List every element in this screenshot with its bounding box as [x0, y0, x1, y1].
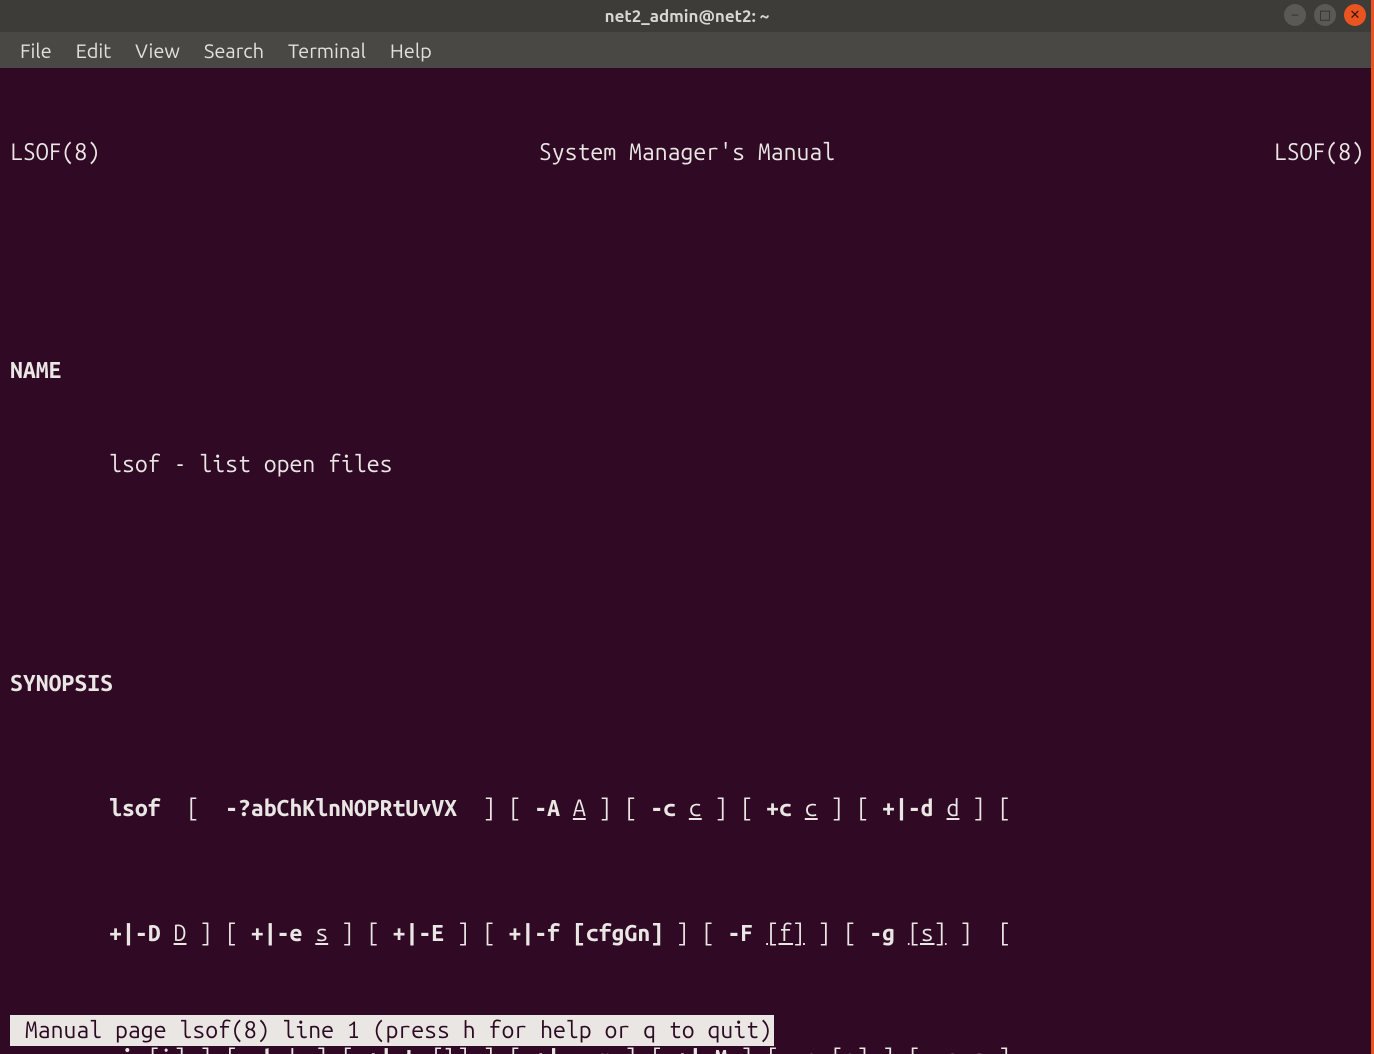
section-synopsis: SYNOPSIS: [10, 668, 1364, 699]
man-header-left: LSOF(8): [10, 137, 100, 168]
blank: [10, 543, 1364, 574]
man-status-line: Manual page lsof(8) line 1 (press h for …: [10, 1015, 774, 1046]
terminal-viewport[interactable]: LSOF(8) System Manager's Manual LSOF(8) …: [0, 68, 1374, 1054]
menu-edit[interactable]: Edit: [66, 35, 121, 66]
menu-terminal[interactable]: Terminal: [278, 35, 376, 66]
synopsis-line-2: +|-D D ] [ +|-e s ] [ +|-E ] [ +|-f [cfg…: [10, 918, 1364, 949]
man-header: LSOF(8) System Manager's Manual LSOF(8): [10, 137, 1364, 168]
blank: [10, 230, 1364, 261]
menu-search[interactable]: Search: [194, 35, 274, 66]
menu-bar: File Edit View Search Terminal Help: [0, 32, 1374, 68]
minimize-button[interactable]: –: [1284, 4, 1306, 26]
menu-help[interactable]: Help: [380, 35, 442, 66]
name-line: lsof - list open files: [10, 449, 1364, 480]
man-header-center: System Manager's Manual: [100, 137, 1274, 168]
window-titlebar: net2_admin@net2: ~ – □ ✕: [0, 0, 1374, 32]
menu-view[interactable]: View: [125, 35, 190, 66]
menu-file[interactable]: File: [10, 35, 62, 66]
window-controls: – □ ✕: [1284, 4, 1366, 26]
close-icon: ✕: [1350, 8, 1361, 23]
maximize-icon: □: [1319, 8, 1331, 23]
close-button[interactable]: ✕: [1344, 4, 1366, 26]
man-header-right: LSOF(8): [1274, 137, 1364, 168]
synopsis-line-1: lsof [ -?abChKlnNOPRtUvVX ] [ -A A ] [ -…: [10, 793, 1364, 824]
section-name: NAME: [10, 355, 1364, 386]
minimize-icon: –: [1292, 8, 1298, 22]
window-title: net2_admin@net2: ~: [0, 7, 1374, 26]
maximize-button[interactable]: □: [1314, 4, 1336, 26]
